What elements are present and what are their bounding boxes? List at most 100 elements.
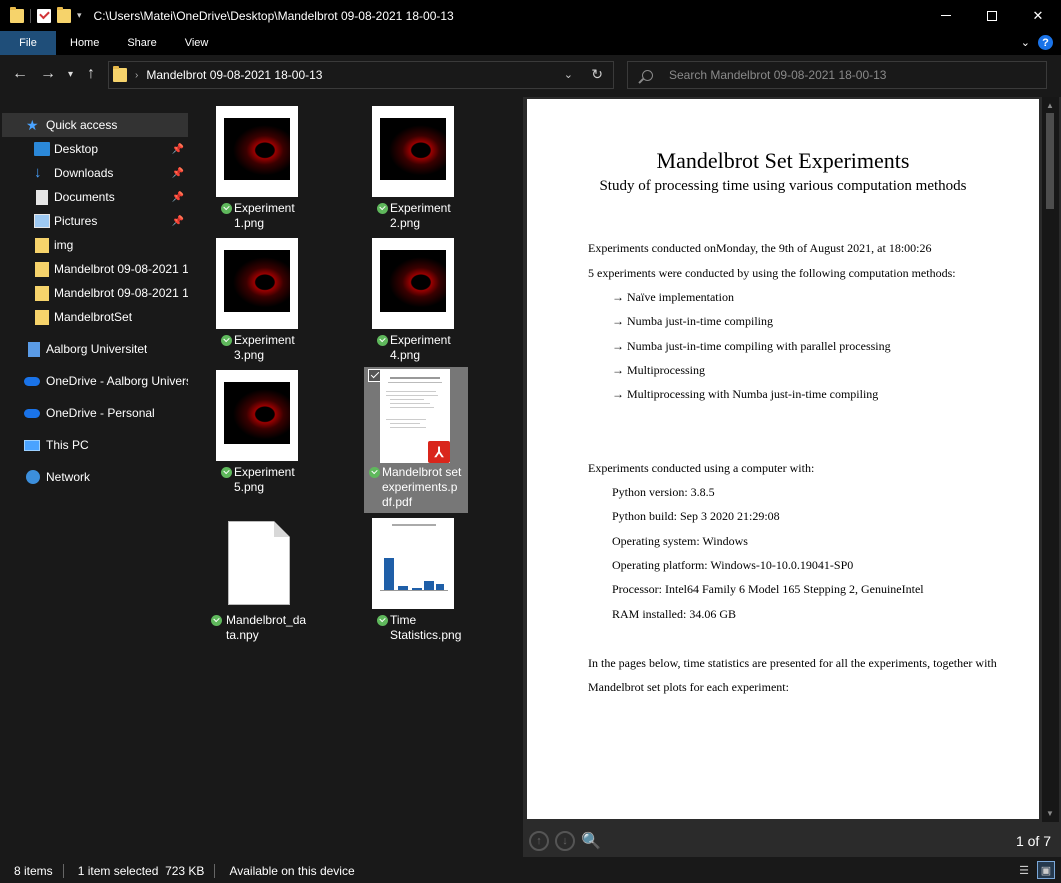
image-thumbnail (216, 106, 298, 197)
selection-info: 1 item selected 723 KB (77, 863, 205, 878)
back-arrow-icon[interactable]: ← (12, 65, 28, 83)
search-input[interactable]: Search Mandelbrot 09-08-2021 18-00-13 (627, 61, 1047, 89)
customize-toolbar-icon[interactable]: ▾ (77, 10, 82, 21)
up-arrow-icon[interactable]: ↑ (87, 65, 95, 83)
file-name: Mandelbrot_da (226, 613, 307, 627)
sidebar-item-aalborg-universitet[interactable]: Aalborg Universitet (2, 337, 188, 361)
expand-ribbon-icon[interactable]: ⌄ (1021, 36, 1030, 49)
mandelbrot-image (380, 118, 446, 180)
file-name-ext: 3.png (234, 348, 265, 362)
sidebar-item-mandelbrot-13[interactable]: Mandelbrot 09-08-2021 13 (2, 257, 188, 281)
properties-icon[interactable] (37, 8, 51, 23)
sidebar-item-label: Network (46, 470, 91, 484)
sidebar-item-img[interactable]: img (2, 233, 188, 257)
doc-line: → Numba just-in-time compiling with para… (612, 339, 891, 353)
folder-icon (35, 261, 49, 277)
file-list: Experiment 1.png Experiment 2.png Experi… (190, 97, 523, 857)
find-in-document-icon[interactable]: 🔍 (581, 831, 601, 851)
scroll-up-icon[interactable]: ▲ (1046, 101, 1054, 110)
window-title: C:\Users\Matei\OneDrive\Desktop\Mandelbr… (93, 8, 454, 23)
doc-line: Operating system: Windows (612, 534, 748, 548)
chevron-down-icon[interactable]: ⌄ (564, 68, 573, 81)
pin-icon: 📌 (171, 215, 184, 227)
file-item-time-statistics[interactable]: Time Statistics.png (366, 515, 470, 645)
file-item-experiment-3[interactable]: Experiment 3.png (210, 235, 314, 365)
file-item-experiment-2[interactable]: Experiment 2.png (366, 103, 470, 233)
sidebar-item-label: Pictures (54, 214, 98, 228)
refresh-icon[interactable]: ↻ (591, 66, 603, 83)
tab-file[interactable]: File (0, 31, 56, 55)
close-button[interactable]: ✕ (1015, 0, 1061, 31)
mandelbrot-image (224, 118, 290, 180)
doc-line: Processor: Intel64 Family 6 Model 165 St… (612, 582, 924, 596)
sidebar-item-label: Mandelbrot 09-08-2021 16 (54, 286, 188, 300)
sidebar-item-documents[interactable]: Documents 📌 (2, 185, 188, 209)
new-folder-icon[interactable] (57, 6, 71, 23)
doc-line: → Multiprocessing (612, 363, 705, 377)
sidebar-item-mandelbrot-16[interactable]: Mandelbrot 09-08-2021 16 (2, 281, 188, 305)
maximize-icon (987, 10, 997, 21)
doc-line: RAM installed: 34.06 GB (612, 607, 737, 621)
file-item-pdf-selected[interactable]: ⅄ Mandelbrot set experiments.p df.pdf (364, 367, 468, 513)
maximize-button[interactable] (969, 0, 1015, 31)
synced-icon (211, 615, 222, 626)
file-name-ext: 4.png (390, 348, 421, 362)
pictures-icon (34, 214, 50, 228)
file-name-ext: Statistics.png (390, 628, 462, 642)
chevron-right-icon[interactable]: › (135, 70, 138, 81)
previous-page-icon[interactable]: ↑ (529, 831, 549, 851)
file-item-experiment-5[interactable]: Experiment 5.png (210, 367, 314, 497)
file-item-npy[interactable]: Mandelbrot_da ta.npy (210, 515, 314, 645)
help-button[interactable]: ? (1038, 35, 1053, 50)
star-icon: ★ (26, 117, 39, 133)
sidebar-item-label: OneDrive - Personal (46, 406, 155, 420)
sidebar-item-label: MandelbrotSet (54, 310, 133, 324)
next-page-icon[interactable]: ↓ (555, 831, 575, 851)
sidebar-item-desktop[interactable]: Desktop 📌 (2, 137, 188, 161)
tab-home[interactable]: Home (56, 31, 113, 55)
tab-share[interactable]: Share (113, 31, 170, 55)
forward-arrow-icon[interactable]: → (40, 65, 56, 83)
desktop-icon (34, 142, 50, 156)
search-placeholder: Search Mandelbrot 09-08-2021 18-00-13 (669, 68, 887, 82)
scrollbar-thumb[interactable] (1046, 113, 1054, 209)
sidebar-item-mandelbrotset[interactable]: MandelbrotSet (2, 305, 188, 329)
file-name-ext: df.pdf (382, 495, 413, 509)
preview-scrollbar[interactable]: ▲ ▼ (1042, 97, 1059, 822)
details-view-icon[interactable]: ☰ (1015, 861, 1033, 879)
preview-toolbar: ↑ ↓ 🔍 1 of 7 (523, 825, 1061, 857)
doc-line: → Naïve implementation (612, 290, 734, 304)
navigation-pane: ★ Quick access Desktop 📌 ↓ Downloads 📌 D… (0, 97, 190, 857)
sidebar-item-label: Quick access (46, 118, 118, 132)
synced-icon (369, 467, 380, 478)
close-icon: ✕ (1032, 7, 1044, 23)
selected-checkbox[interactable] (368, 369, 381, 382)
folder-icon[interactable] (10, 6, 24, 23)
large-icons-view-icon[interactable]: ▣ (1037, 861, 1055, 879)
sidebar-item-onedrive-personal[interactable]: OneDrive - Personal (2, 401, 188, 425)
file-item-experiment-4[interactable]: Experiment 4.png (366, 235, 470, 365)
sidebar-item-downloads[interactable]: ↓ Downloads 📌 (2, 161, 188, 185)
file-name: experiments.p (382, 480, 458, 494)
scroll-down-icon[interactable]: ▼ (1046, 809, 1054, 818)
sidebar-item-network[interactable]: Network (2, 465, 188, 489)
file-item-experiment-1[interactable]: Experiment 1.png (210, 103, 314, 233)
address-bar[interactable]: › Mandelbrot 09-08-2021 18-00-13 ⌄ ↻ (108, 61, 614, 89)
folder-icon (35, 309, 49, 325)
tab-view[interactable]: View (171, 31, 223, 55)
chart-thumbnail (372, 518, 454, 609)
minimize-button[interactable] (923, 0, 969, 31)
sidebar-item-pictures[interactable]: Pictures 📌 (2, 209, 188, 233)
sidebar-item-quick-access[interactable]: ★ Quick access (2, 113, 188, 137)
doc-line: Experiments conducted using a computer w… (588, 461, 815, 475)
doc-line: Experiments conducted onMonday, the 9th … (588, 241, 932, 255)
file-name-ext: 2.png (390, 216, 421, 230)
ribbon-tabs: File Home Share View ⌄ ? (0, 31, 1061, 55)
preview-pane: Mandelbrot Set Experiments Study of proc… (523, 97, 1061, 857)
availability-status: Available on this device (229, 863, 355, 878)
sidebar-item-this-pc[interactable]: This PC (2, 433, 188, 457)
recent-locations-icon[interactable]: ▾ (68, 69, 73, 80)
page-counter: 1 of 7 (1015, 833, 1051, 849)
breadcrumb[interactable]: Mandelbrot 09-08-2021 18-00-13 (146, 68, 322, 82)
sidebar-item-onedrive-aalborg[interactable]: OneDrive - Aalborg Univers (2, 369, 188, 393)
